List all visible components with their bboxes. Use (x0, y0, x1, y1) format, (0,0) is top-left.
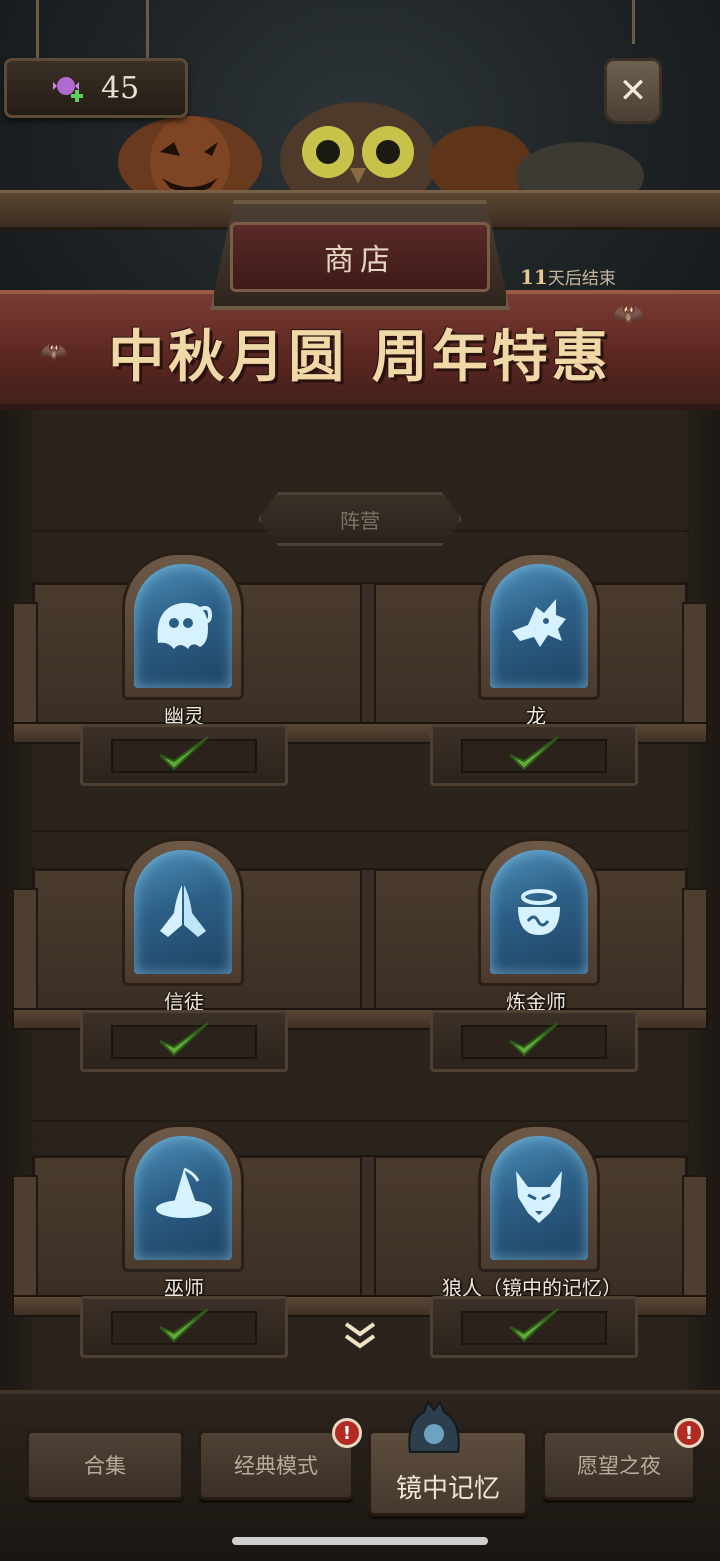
dragon-icon (512, 599, 566, 647)
checkmark-icon (159, 1308, 209, 1343)
owned-check-alchemist (430, 1010, 638, 1072)
candy-plus-icon (53, 77, 83, 102)
checkmark-icon (509, 1308, 559, 1343)
rope (146, 0, 149, 62)
nav-mirror-memory-label: 镜中记忆 (395, 1473, 500, 1504)
faction-card-believers[interactable] (122, 838, 244, 986)
shop-tab[interactable]: 商店 (230, 222, 490, 292)
cauldron-icon (518, 889, 560, 935)
close-icon: ✕ (618, 71, 648, 111)
notification-badge: ! (674, 1418, 704, 1448)
countdown-suffix: 天后结束 (547, 269, 616, 289)
notification-badge: ! (332, 1418, 362, 1448)
faction-card-wizard[interactable] (122, 1124, 244, 1272)
bat-icon: 🦇 (40, 340, 68, 365)
scroll-down-icon[interactable] (340, 1318, 380, 1354)
nav-collection-label: 合集 (84, 1454, 126, 1478)
mirror-creature-icon (408, 1400, 460, 1453)
owned-check-believers (80, 1010, 288, 1072)
currency-amount: 45 (101, 70, 140, 106)
faction-card-werewolf[interactable] (478, 1124, 600, 1272)
nav-wish-night-label: 愿望之夜 (577, 1454, 661, 1478)
nav-collection[interactable]: 合集 (26, 1430, 184, 1500)
rope (632, 0, 635, 44)
bat-icon: 🦇 (612, 300, 645, 330)
checkmark-icon (159, 1022, 209, 1057)
event-countdown: 11天后结束 (520, 264, 616, 289)
praying-hands-icon (160, 885, 206, 937)
section-label-faction: 阵营 (258, 492, 462, 546)
nav-classic-mode[interactable]: 经典模式 (198, 1430, 354, 1500)
faction-card-dragon[interactable] (478, 552, 600, 700)
close-button[interactable]: ✕ (604, 58, 662, 124)
owned-check-ghost (80, 724, 288, 786)
faction-card-ghost[interactable] (122, 552, 244, 700)
faction-card-alchemist[interactable] (478, 838, 600, 986)
rope (36, 0, 39, 62)
checkmark-icon (159, 736, 209, 771)
owned-check-dragon (430, 724, 638, 786)
ghost-icon (157, 602, 213, 649)
currency-display[interactable]: 45 (4, 58, 188, 118)
checkmark-icon (509, 736, 559, 771)
countdown-number: 11 (520, 265, 548, 289)
checkmark-icon (509, 1022, 559, 1057)
wizard-hat-icon (156, 1167, 212, 1218)
wolf-icon (516, 1171, 562, 1223)
owned-check-werewolf (430, 1296, 638, 1358)
nav-classic-mode-label: 经典模式 (234, 1454, 318, 1478)
home-indicator[interactable] (232, 1537, 488, 1545)
nav-wish-night[interactable]: 愿望之夜 (542, 1430, 696, 1500)
owned-check-wizard (80, 1296, 288, 1358)
